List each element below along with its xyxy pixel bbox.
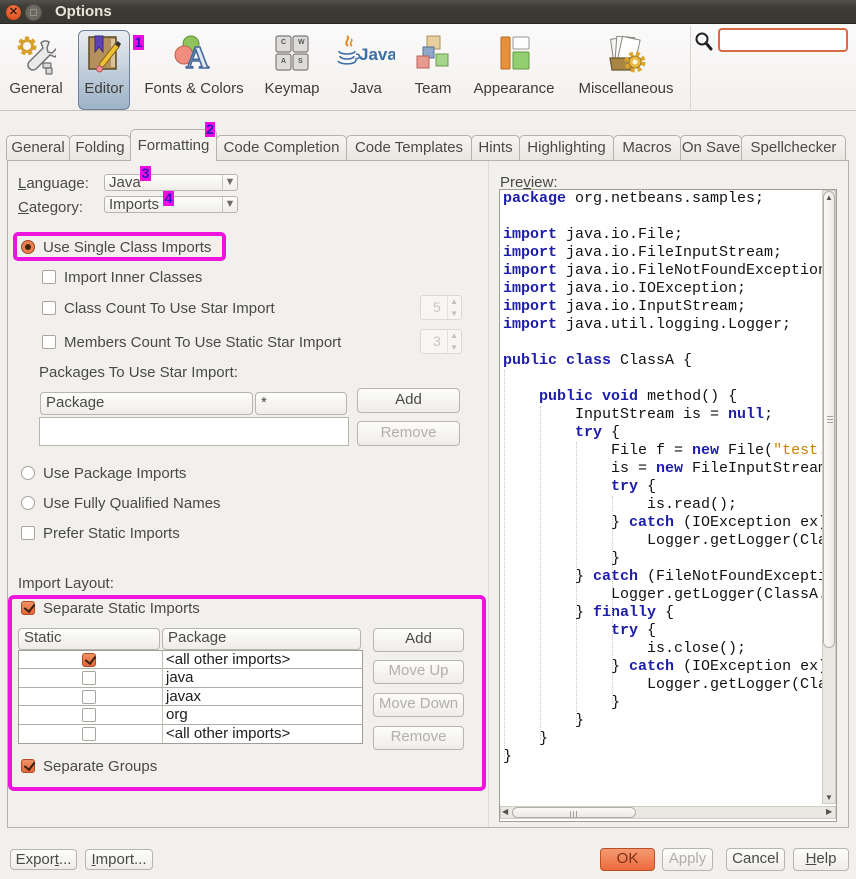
svg-text:S: S xyxy=(298,58,303,65)
svg-text:Java: Java xyxy=(359,45,395,64)
svg-text:A: A xyxy=(186,39,209,75)
svg-text:W: W xyxy=(298,39,305,46)
svg-text:C: C xyxy=(281,39,286,46)
svg-text:A: A xyxy=(281,58,286,65)
